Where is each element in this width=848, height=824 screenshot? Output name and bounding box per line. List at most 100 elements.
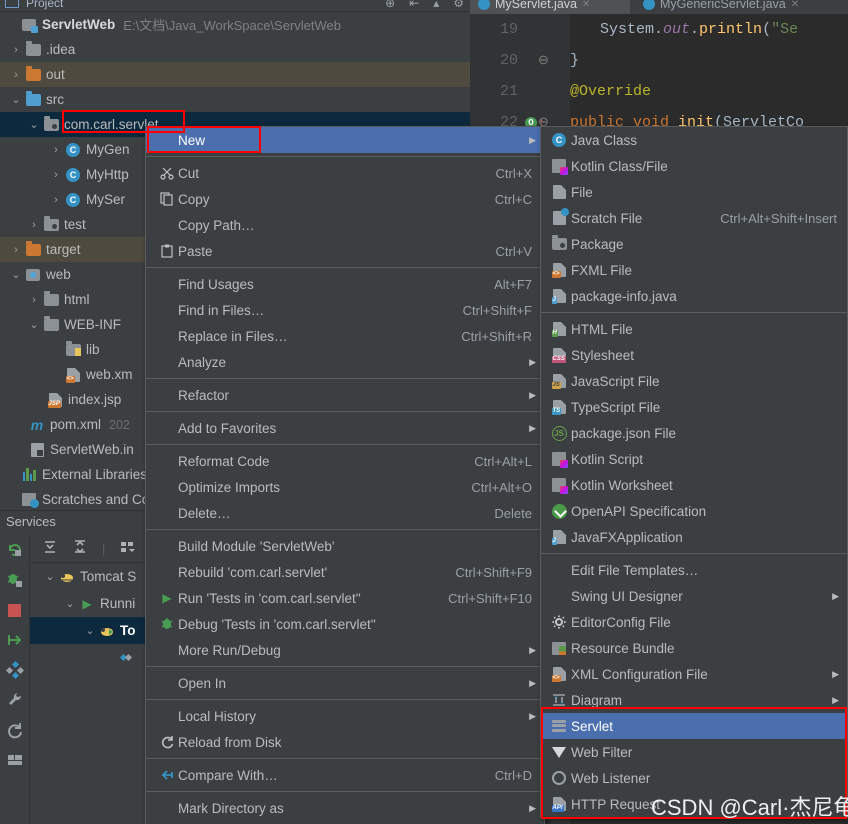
submenu-item-file[interactable]: File [541,179,847,205]
chevron-right-icon[interactable]: › [48,169,64,181]
submenu-item-stylesheet[interactable]: CSS Stylesheet [541,342,847,368]
menu-item-optimize-imports[interactable]: Optimize Imports Ctrl+Alt+O [146,474,544,500]
debug-icon[interactable] [6,571,24,589]
context-menu[interactable]: New ▶ Cut Ctrl+X Copy Ctrl+C Copy Path… … [145,126,545,824]
restart-icon[interactable] [6,721,24,739]
deploy-icon[interactable] [6,631,24,649]
menu-item-delete[interactable]: Delete… Delete [146,500,544,526]
submenu-item-openapi-specification[interactable]: OpenAPI Specification [541,498,847,524]
layout-icon[interactable] [6,751,24,769]
collapse-all-icon[interactable]: ⇤ [409,0,419,10]
chevron-down-icon[interactable]: ⌄ [26,318,42,331]
menu-item-reload-from-disk[interactable]: Reload from Disk [146,729,544,755]
tree-item-root[interactable]: › ServletWeb E:\文档\Java_WorkSpace\Servle… [0,12,470,37]
submenu-item-web-filter[interactable]: Web Filter [541,739,847,765]
menu-item-refactor[interactable]: Refactor ▶ [146,382,544,408]
menu-item-rebuild[interactable]: Rebuild 'com.carl.servlet' Ctrl+Shift+F9 [146,559,544,585]
locate-icon[interactable]: ⊕ [385,0,395,10]
chevron-right-icon[interactable]: › [48,194,64,206]
submenu-item-java-class[interactable]: C Java Class [541,127,847,153]
submenu-item-editorconfig-file[interactable]: EditorConfig File [541,609,847,635]
settings-wrench-icon[interactable] [6,691,24,709]
close-icon[interactable]: ✕ [582,0,590,10]
tree-item-out[interactable]: › out [0,62,470,87]
tree-item-idea[interactable]: › .idea [0,37,470,62]
submenu-item-typescript-file[interactable]: TS TypeScript File [541,394,847,420]
submenu-item-html-file[interactable]: H HTML File [541,316,847,342]
chevron-down-icon[interactable]: ⌄ [8,268,24,281]
submenu-item-resource-bundle[interactable]: Resource Bundle [541,635,847,661]
chevron-right-icon[interactable]: › [26,294,42,306]
chevron-right-icon[interactable]: › [48,144,64,156]
submenu-item-diagram[interactable]: Diagram ▶ [541,687,847,713]
chevron-down-icon[interactable]: ⌄ [8,93,24,106]
submenu-item-kotlin-script[interactable]: Kotlin Script [541,446,847,472]
menu-item-debug-tests[interactable]: Debug 'Tests in 'com.carl.servlet'' [146,611,544,637]
modules-icon[interactable] [5,661,24,679]
menu-item-copy-path[interactable]: Copy Path… [146,212,544,238]
menu-item-analyze[interactable]: Analyze ▶ [146,349,544,375]
chevron-right-icon[interactable]: › [8,244,24,256]
submenu-item-fxml-file[interactable]: <> FXML File [541,257,847,283]
menu-item-label: Local History [178,708,257,724]
submenu-item-xml-configuration-file[interactable]: <> XML Configuration File ▶ [541,661,847,687]
settings-icon[interactable]: ⚙ [453,0,464,10]
chevron-down-icon[interactable]: ⌄ [42,570,58,583]
chevron-down-icon[interactable]: ⌄ [26,118,42,131]
editor-tab-myservlet[interactable]: MyServlet.java ✕ [470,0,630,14]
project-path: E:\文档\Java_WorkSpace\ServletWeb [123,18,341,33]
stop-icon[interactable] [6,601,24,619]
menu-item-find-usages[interactable]: Find Usages Alt+F7 [146,271,544,297]
submenu-item-javafxapplication[interactable]: J JavaFXApplication [541,524,847,550]
tree-item-src[interactable]: ⌄ src [0,87,470,112]
chevron-right-icon[interactable]: › [8,69,24,81]
submenu-item-kotlin-class-file[interactable]: Kotlin Class/File [541,153,847,179]
debug-green-icon [156,617,178,631]
submenu-item-scratch-file[interactable]: Scratch File Ctrl+Alt+Shift+Insert [541,205,847,231]
chevron-down-icon[interactable]: ⌄ [62,597,78,610]
menu-item-cut[interactable]: Cut Ctrl+X [146,160,544,186]
menu-item-add-to-favorites[interactable]: Add to Favorites ▶ [146,415,544,441]
expand-all-icon[interactable] [42,539,58,558]
deployment-icon [118,651,136,665]
menu-item-reformat-code[interactable]: Reformat Code Ctrl+Alt+L [146,448,544,474]
submenu-item-servlet[interactable]: Servlet [541,713,847,739]
java-class-icon: C [64,142,82,157]
submenu-item-package-json-file[interactable]: JS package.json File [541,420,847,446]
menu-item-new[interactable]: New ▶ [146,127,544,153]
chevron-down-icon[interactable]: ⌄ [82,624,98,637]
menu-item-replace-in-files[interactable]: Replace in Files… Ctrl+Shift+R [146,323,544,349]
fold-marker[interactable]: ⊖ [538,53,549,68]
menu-item-open-in[interactable]: Open In ▶ [146,670,544,696]
new-submenu[interactable]: C Java Class Kotlin Class/File File Scra… [540,126,848,818]
iml-file-icon [28,442,46,457]
submenu-item-edit-file-templates[interactable]: Edit File Templates… [541,557,847,583]
menu-item-find-in-files[interactable]: Find in Files… Ctrl+Shift+F [146,297,544,323]
submenu-item-package[interactable]: Package [541,231,847,257]
menu-item-build-module[interactable]: Build Module 'ServletWeb' [146,533,544,559]
group-by-icon[interactable] [119,539,137,558]
rerun-icon[interactable] [6,541,24,559]
close-icon[interactable]: ✕ [791,0,799,10]
collapse-all-icon[interactable] [72,539,88,558]
editor-tab-mygenericservlet[interactable]: MyGenericServlet.java ✕ [635,0,835,14]
chevron-right-icon[interactable]: › [26,219,42,231]
menu-item-local-history[interactable]: Local History ▶ [146,703,544,729]
menu-item-compare-with[interactable]: Compare With… Ctrl+D [146,762,544,788]
ide-window: MyServlet.java ✕ MyGenericServlet.java ✕… [0,0,848,824]
menu-item-more-run-debug[interactable]: More Run/Debug ▶ [146,637,544,663]
menu-item-copy[interactable]: Copy Ctrl+C [146,186,544,212]
submenu-item-javascript-file[interactable]: JS JavaScript File [541,368,847,394]
submenu-item-package-info-java[interactable]: J package-info.java [541,283,847,309]
chevron-right-icon[interactable]: › [8,44,24,56]
submenu-item-label: EditorConfig File [571,614,671,630]
menu-item-mark-directory-as[interactable]: Mark Directory as ▶ [146,795,544,821]
submenu-item-label: Servlet [571,718,614,734]
menu-item-paste[interactable]: Paste Ctrl+V [146,238,544,264]
submenu-item-web-listener[interactable]: Web Listener [541,765,847,791]
menu-item-run-tests[interactable]: ▶ Run 'Tests in 'com.carl.servlet'' Ctrl… [146,585,544,611]
submenu-item-kotlin-worksheet[interactable]: Kotlin Worksheet [541,472,847,498]
menu-item-label: Copy Path… [178,217,255,233]
hide-icon[interactable]: ▴ [433,0,439,10]
submenu-item-swing-ui-designer[interactable]: Swing UI Designer ▶ [541,583,847,609]
